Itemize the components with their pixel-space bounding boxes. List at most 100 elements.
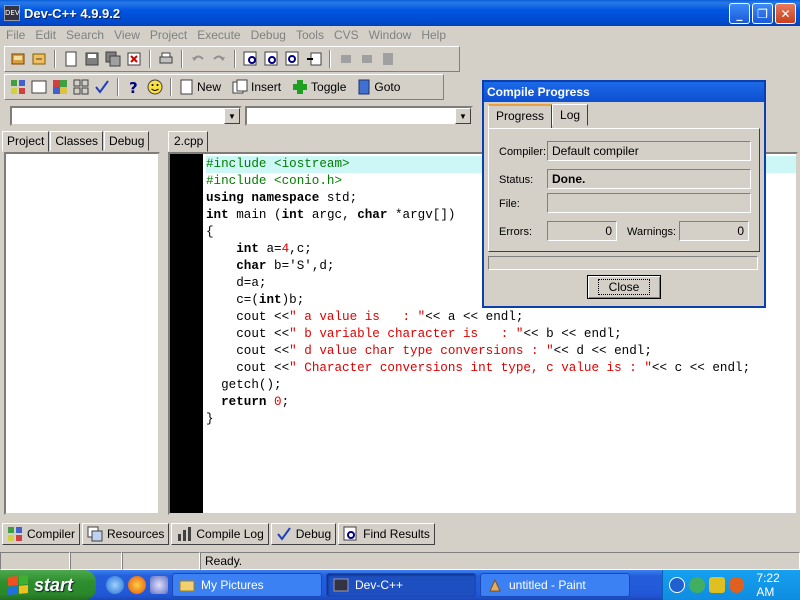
compile-icon[interactable] bbox=[9, 78, 27, 96]
code-line[interactable]: } bbox=[206, 411, 796, 428]
media-icon[interactable] bbox=[150, 576, 168, 594]
tab-compile-log[interactable]: Compile Log bbox=[171, 523, 269, 545]
tray-update-icon[interactable] bbox=[728, 577, 745, 593]
tab-resources[interactable]: Resources bbox=[82, 523, 170, 545]
goto-line-icon[interactable] bbox=[305, 50, 323, 68]
tab-project[interactable]: Project bbox=[2, 131, 50, 152]
class-combo[interactable]: ▼ bbox=[10, 106, 242, 126]
new-label: New bbox=[197, 80, 222, 94]
menu-window[interactable]: Window bbox=[365, 28, 418, 42]
open-project-icon[interactable] bbox=[9, 50, 27, 68]
code-line[interactable]: cout <<" Character conversions int type,… bbox=[206, 360, 796, 377]
start-button[interactable]: start bbox=[0, 570, 96, 600]
close-file-icon[interactable] bbox=[125, 50, 143, 68]
undo-icon[interactable] bbox=[189, 50, 207, 68]
rebuild-icon[interactable] bbox=[72, 78, 90, 96]
insert-button[interactable]: Insert bbox=[230, 79, 287, 95]
secondary-toolbar: ? New Insert Toggle Goto bbox=[4, 74, 444, 100]
new-class-button[interactable]: New bbox=[178, 79, 227, 95]
tab-log[interactable]: Log bbox=[552, 104, 589, 126]
code-token: } bbox=[206, 412, 214, 426]
code-line[interactable]: getch(); bbox=[206, 377, 796, 394]
code-token: getch(); bbox=[206, 378, 282, 392]
menu-help[interactable]: Help bbox=[417, 28, 452, 42]
code-line[interactable]: cout <<" b variable character is : "<< b… bbox=[206, 326, 796, 343]
firefox-icon[interactable] bbox=[128, 576, 146, 594]
maximize-button[interactable]: ❐ bbox=[752, 3, 773, 24]
code-token: char bbox=[357, 208, 388, 222]
tray-back-icon[interactable] bbox=[669, 577, 685, 593]
open-file-icon[interactable] bbox=[30, 50, 48, 68]
find-icon[interactable] bbox=[242, 50, 260, 68]
tab-find-results[interactable]: Find Results bbox=[338, 523, 435, 545]
project-tree[interactable] bbox=[4, 152, 160, 515]
bookmark-next-icon[interactable] bbox=[358, 50, 376, 68]
save-all-icon[interactable] bbox=[104, 50, 122, 68]
code-line[interactable]: cout <<" a value is : "<< a << endl; bbox=[206, 309, 796, 326]
minimize-button[interactable]: _ bbox=[729, 3, 750, 24]
bookmark-prev-icon[interactable] bbox=[337, 50, 355, 68]
tab-resources-label: Resources bbox=[107, 527, 165, 541]
menu-project[interactable]: Project bbox=[146, 28, 193, 42]
code-token: 0 bbox=[274, 395, 282, 409]
tray-network-icon[interactable] bbox=[688, 577, 705, 593]
chevron-down-icon[interactable]: ▼ bbox=[224, 108, 240, 124]
code-line[interactable]: cout <<" d value char type conversions :… bbox=[206, 343, 796, 360]
tab-progress[interactable]: Progress bbox=[488, 104, 553, 128]
member-combo[interactable]: ▼ bbox=[245, 106, 473, 126]
tab-compiler-label: Compiler bbox=[27, 527, 76, 541]
menu-execute[interactable]: Execute bbox=[193, 28, 246, 42]
compile-run-icon[interactable] bbox=[51, 78, 69, 96]
menu-debug[interactable]: Debug bbox=[247, 28, 292, 42]
menu-view[interactable]: View bbox=[110, 28, 146, 42]
toggle-bookmark-button[interactable]: Toggle bbox=[290, 79, 352, 95]
devcpp-app-icon: DEV bbox=[4, 5, 20, 21]
editor-tab-2cpp[interactable]: 2.cpp bbox=[168, 131, 208, 152]
task-my-pictures[interactable]: My Pictures bbox=[172, 573, 322, 597]
code-token: " b variable character is : " bbox=[289, 327, 524, 341]
status-field: Done. bbox=[547, 169, 751, 189]
code-token: { bbox=[206, 225, 214, 239]
save-icon[interactable] bbox=[83, 50, 101, 68]
goto-label: Goto bbox=[374, 80, 401, 94]
close-button[interactable]: ✕ bbox=[775, 3, 796, 24]
tab-compiler[interactable]: Compiler bbox=[2, 523, 81, 545]
check-icon[interactable] bbox=[93, 78, 111, 96]
close-dialog-button[interactable]: Close bbox=[587, 275, 661, 299]
tab-debug-output[interactable]: Debug bbox=[270, 523, 337, 545]
bookmark-list-icon[interactable] bbox=[379, 50, 397, 68]
chevron-down-icon[interactable]: ▼ bbox=[455, 108, 471, 124]
replace-icon[interactable] bbox=[263, 50, 281, 68]
code-token: c=( bbox=[206, 293, 259, 307]
redo-icon[interactable] bbox=[210, 50, 228, 68]
menu-file[interactable]: File bbox=[2, 28, 31, 42]
title-bar: DEV Dev-C++ 4.9.9.2 _ ❐ ✕ bbox=[0, 0, 800, 26]
print-icon[interactable] bbox=[157, 50, 175, 68]
menu-cvs[interactable]: CVS bbox=[330, 28, 365, 42]
menu-tools[interactable]: Tools bbox=[292, 28, 330, 42]
code-token: #include <iostream> bbox=[206, 157, 350, 171]
menu-search[interactable]: Search bbox=[62, 28, 110, 42]
internet-explorer-icon[interactable] bbox=[106, 576, 124, 594]
tab-classes[interactable]: Classes bbox=[50, 131, 104, 151]
goto-bookmark-button[interactable]: Goto bbox=[355, 79, 406, 95]
tray-shield-icon[interactable] bbox=[708, 577, 725, 593]
tab-debug[interactable]: Debug bbox=[104, 131, 150, 151]
run-icon[interactable] bbox=[30, 78, 48, 96]
devcpp-icon bbox=[333, 578, 349, 592]
file-field bbox=[547, 193, 751, 213]
help-icon[interactable]: ? bbox=[125, 78, 143, 96]
about-smiley-icon[interactable] bbox=[146, 78, 164, 96]
task-devcpp[interactable]: Dev-C++ bbox=[326, 573, 476, 597]
compiler-field: Default compiler bbox=[547, 141, 751, 161]
errors-field: 0 bbox=[547, 221, 617, 241]
code-line[interactable]: return 0; bbox=[206, 394, 796, 411]
new-file-icon[interactable] bbox=[62, 50, 80, 68]
find-next-icon[interactable] bbox=[284, 50, 302, 68]
file-label: File: bbox=[499, 198, 520, 210]
task-paint[interactable]: untitled - Paint bbox=[480, 573, 630, 597]
menu-edit[interactable]: Edit bbox=[31, 28, 62, 42]
insert-label: Insert bbox=[251, 80, 282, 94]
